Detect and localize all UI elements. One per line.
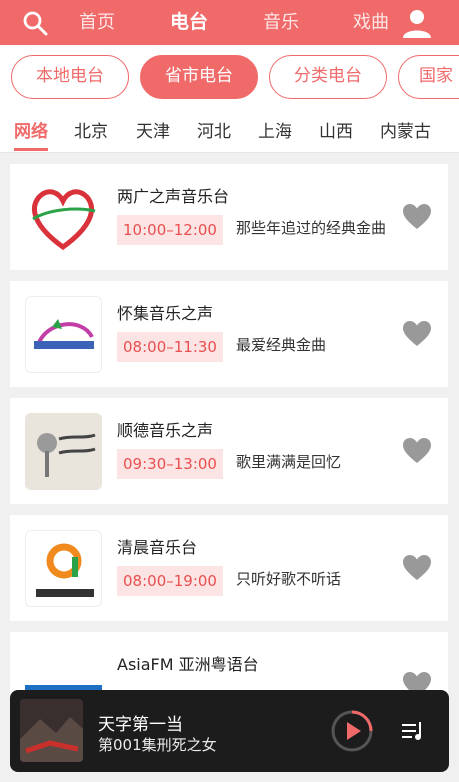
user-icon[interactable] xyxy=(400,6,434,40)
pill-local-radio[interactable]: 本地电台 xyxy=(11,55,129,99)
station-time: 10:00–12:00 xyxy=(117,215,223,245)
station-logo xyxy=(25,296,102,373)
active-tab-indicator xyxy=(14,148,48,151)
station-name: 顺德音乐之声 xyxy=(117,421,214,440)
province-tabs: 网络 北京 天津 河北 上海 山西 内蒙古 xyxy=(0,107,459,153)
station-logo xyxy=(25,530,102,607)
province-tab-shanxi[interactable]: 山西 xyxy=(319,117,353,142)
station-time: 09:30–13:00 xyxy=(117,449,223,479)
heart-icon[interactable] xyxy=(403,321,431,347)
top-navigation-bar: 首页 电台 音乐 戏曲 xyxy=(0,0,459,45)
province-tab-hebei[interactable]: 河北 xyxy=(197,117,231,142)
pill-national-radio[interactable]: 国家 xyxy=(398,55,459,99)
heart-icon[interactable] xyxy=(403,555,431,581)
province-tab-network[interactable]: 网络 xyxy=(14,117,48,142)
station-card[interactable]: 顺德音乐之声 09:30–13:00 歌里满满是回忆 xyxy=(10,398,448,504)
province-tab-shanghai[interactable]: 上海 xyxy=(258,117,292,142)
station-time: 08:00–11:30 xyxy=(117,332,223,362)
station-description: 歌里满满是回忆 xyxy=(236,453,342,471)
station-logo xyxy=(25,179,102,256)
tab-music[interactable]: 音乐 xyxy=(263,0,299,45)
station-description: 最爱经典金曲 xyxy=(236,336,327,354)
station-card[interactable]: 两广之声音乐台 10:00–12:00 那些年追过的经典金曲 xyxy=(10,164,448,270)
tab-opera[interactable]: 戏曲 xyxy=(353,0,389,45)
station-name: AsiaFM 亚洲粤语台 xyxy=(117,655,259,674)
play-icon[interactable] xyxy=(330,709,374,753)
mini-player[interactable]: 天字第一当 第001集刑死之女 xyxy=(10,690,449,772)
province-tab-beijing[interactable]: 北京 xyxy=(74,117,108,142)
province-tab-tianjin[interactable]: 天津 xyxy=(136,117,170,142)
heart-icon[interactable] xyxy=(403,438,431,464)
pill-category-radio[interactable]: 分类电台 xyxy=(269,55,387,99)
now-playing-subtitle: 第001集刑死之女 xyxy=(98,736,217,754)
station-name: 清晨音乐台 xyxy=(117,538,198,557)
station-name: 怀集音乐之声 xyxy=(117,304,214,323)
album-cover[interactable] xyxy=(20,699,83,762)
station-name: 两广之声音乐台 xyxy=(117,187,230,206)
station-description: 只听好歌不听话 xyxy=(236,570,342,588)
category-pills: 本地电台 省市电台 分类电台 国家 xyxy=(0,45,459,107)
station-time: 08:00–19:00 xyxy=(117,566,223,596)
station-logo xyxy=(25,413,102,490)
playlist-icon[interactable] xyxy=(402,722,424,740)
station-list[interactable]: 两广之声音乐台 10:00–12:00 那些年追过的经典金曲 怀集音乐之声 08… xyxy=(0,153,459,782)
station-card[interactable]: 怀集音乐之声 08:00–11:30 最爱经典金曲 xyxy=(10,281,448,387)
pill-provincial-radio[interactable]: 省市电台 xyxy=(140,55,258,99)
tab-radio[interactable]: 电台 xyxy=(170,0,208,45)
search-icon[interactable] xyxy=(22,10,48,36)
province-tab-inner-mongolia[interactable]: 内蒙古 xyxy=(380,117,431,142)
tab-home[interactable]: 首页 xyxy=(79,0,115,45)
heart-icon[interactable] xyxy=(403,204,431,230)
station-description: 那些年追过的经典金曲 xyxy=(236,219,387,237)
station-card[interactable]: 清晨音乐台 08:00–19:00 只听好歌不听话 xyxy=(10,515,448,621)
now-playing-title: 天字第一当 xyxy=(98,715,183,735)
